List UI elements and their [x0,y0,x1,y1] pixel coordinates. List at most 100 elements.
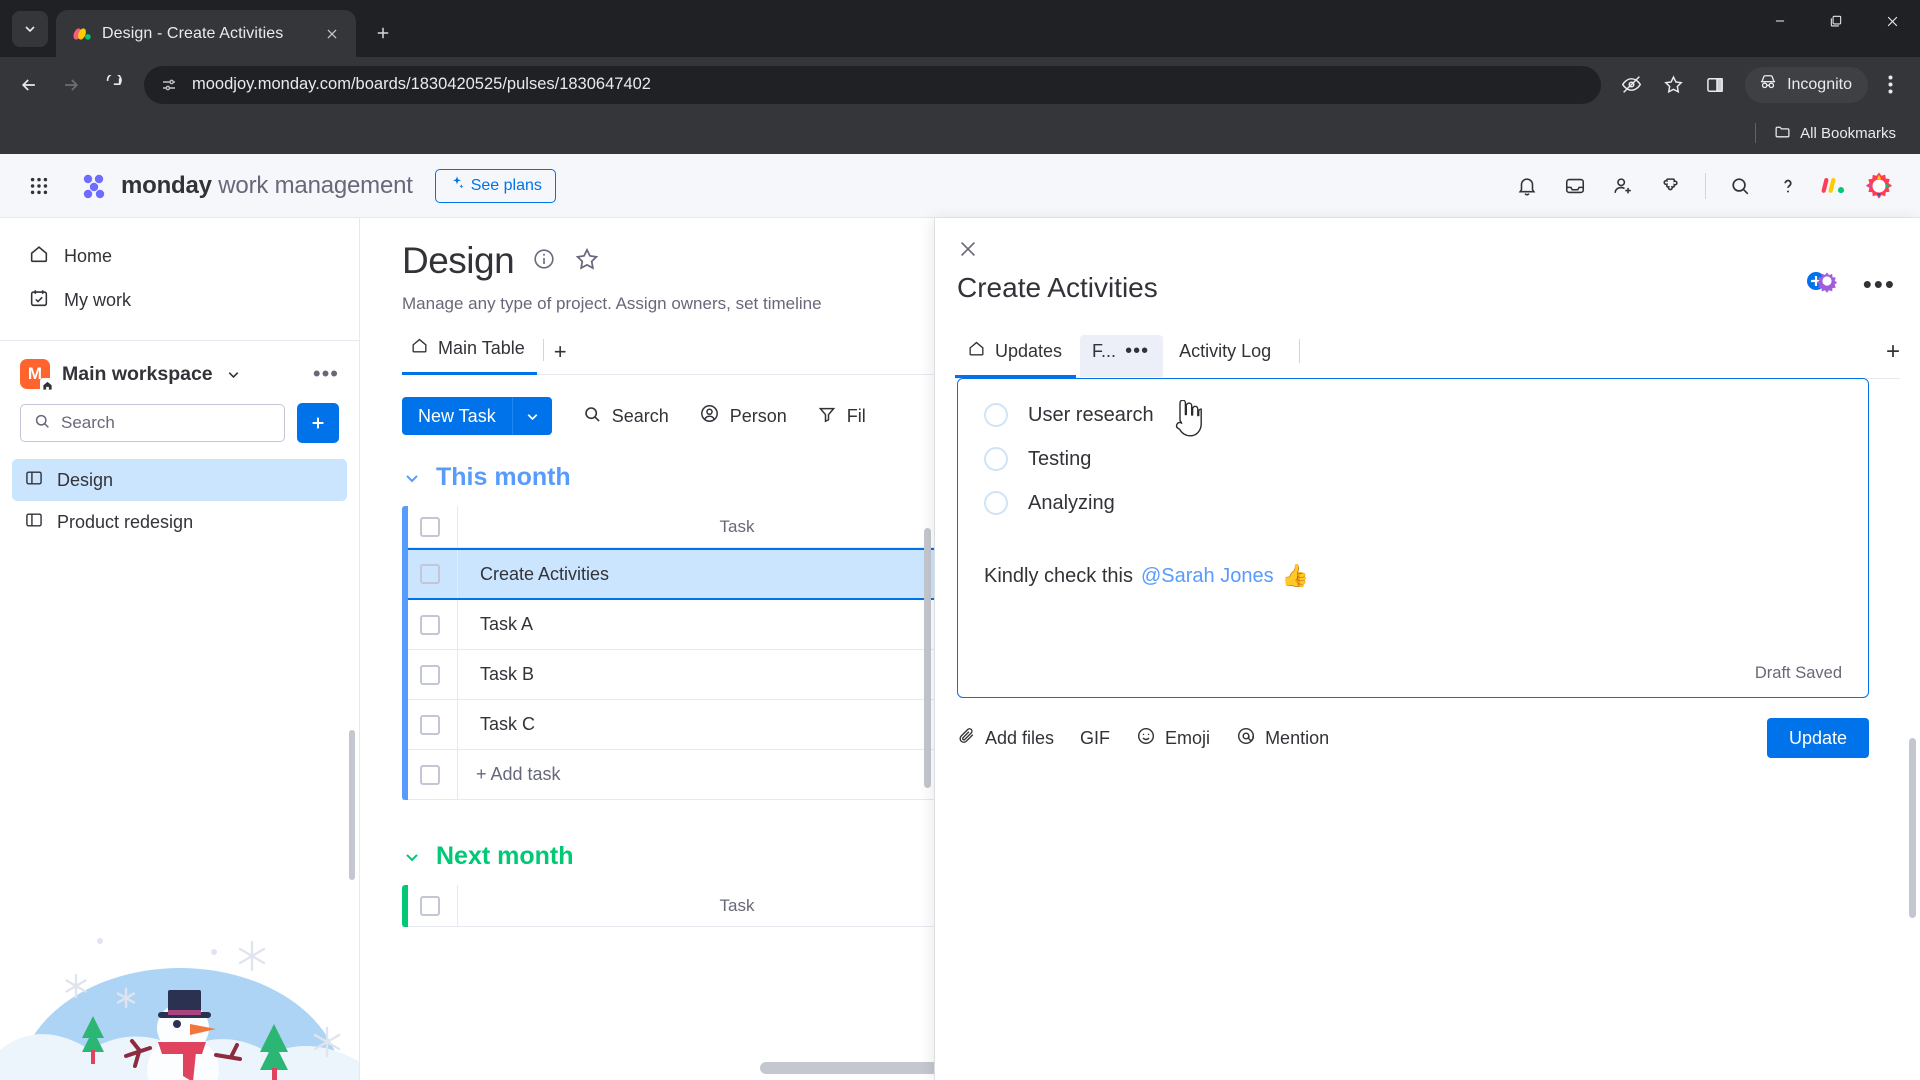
workspace-selector[interactable]: M Main workspace ••• [0,341,359,399]
table-row[interactable]: Task A [402,600,934,650]
browser-tab[interactable]: Design - Create Activities [56,10,356,57]
sidebar-item-home[interactable]: Home [14,234,345,278]
maximize-icon[interactable] [1808,0,1864,42]
add-files-button[interactable]: Add files [957,726,1054,750]
bookmark-star-icon[interactable] [1653,65,1693,105]
gif-button[interactable]: GIF [1080,728,1110,749]
panel-vertical-scrollbar[interactable] [1909,738,1916,918]
user-avatar[interactable] [1860,167,1898,205]
panel-kebab-menu-icon[interactable]: ••• [1863,271,1896,297]
add-panel-tab-button[interactable]: + [1886,338,1900,374]
new-tab-button[interactable] [366,16,400,50]
sidebar-item-design[interactable]: Design [12,459,347,501]
chevron-down-icon[interactable] [225,366,242,383]
tab-close-icon[interactable] [320,22,344,46]
row-checkbox[interactable] [402,750,458,799]
monday-product-icon[interactable] [1816,168,1852,204]
kebab-menu-icon[interactable] [1870,65,1910,105]
see-plans-button[interactable]: See plans [434,168,556,203]
new-task-button[interactable]: New Task [402,397,552,435]
add-task-label[interactable]: + Add task [458,750,934,799]
workspace-more-icon[interactable]: ••• [313,363,339,385]
chevron-down-icon[interactable] [402,468,422,488]
side-panel-icon[interactable] [1695,65,1735,105]
window-close-icon[interactable] [1864,0,1920,42]
add-board-button[interactable] [297,403,339,443]
info-icon[interactable] [532,247,556,276]
star-icon[interactable] [574,246,600,277]
row-name[interactable]: Task B [458,650,934,699]
tab-main-table[interactable]: Main Table [402,336,537,375]
checklist-item[interactable]: User research [984,403,1842,427]
update-message-line: Kindly check this @Sarah Jones 👍 [984,563,1842,589]
checklist-item[interactable]: Testing [984,447,1842,471]
row-checkbox[interactable] [402,650,458,699]
apps-marketplace-icon[interactable] [1651,166,1691,206]
row-name[interactable]: Task C [458,700,934,749]
filter-button[interactable]: Fil [817,404,866,429]
table-row[interactable]: Task B [402,650,934,700]
add-integration-icon[interactable] [1805,268,1839,299]
update-button[interactable]: Update [1766,718,1869,758]
table-row[interactable]: Create Activities [402,548,934,600]
sidebar-item-my-work[interactable]: My work [14,278,345,322]
add-task-row[interactable]: + Add task [402,750,934,800]
board-search-button[interactable]: Search [582,404,669,429]
reload-icon[interactable] [94,66,132,104]
mention-button[interactable]: Mention [1236,726,1329,751]
table-header-row: Task [402,506,934,548]
row-checkbox[interactable] [402,700,458,749]
board-horizontal-scrollbar[interactable] [760,1062,934,1074]
notifications-bell-icon[interactable] [1507,166,1547,206]
checklist-radio-icon[interactable] [984,403,1008,427]
tab-updates[interactable]: Updates [955,333,1077,378]
emoji-button[interactable]: Emoji [1136,726,1210,751]
address-bar[interactable]: moodjoy.monday.com/boards/1830420525/pul… [144,65,1602,104]
checklist-item[interactable]: Analyzing [984,491,1842,515]
incognito-indicator[interactable]: Incognito [1745,66,1868,103]
chevron-down-icon[interactable] [513,408,552,425]
select-all-checkbox[interactable] [402,506,458,547]
group-color-accent [402,506,408,800]
group-header[interactable]: This month [402,463,934,492]
all-bookmarks-button[interactable]: All Bookmarks [1766,119,1904,148]
apps-grid-icon[interactable] [22,169,56,203]
group-header[interactable]: Next month [402,842,934,871]
add-view-button[interactable]: + [554,339,567,375]
minimize-icon[interactable] [1752,0,1808,42]
board-icon [24,510,44,535]
column-header-task[interactable]: Task [458,885,934,926]
chevron-down-icon[interactable] [402,847,422,867]
tab-search-button[interactable] [12,11,48,47]
row-checkbox[interactable] [402,550,458,598]
select-all-checkbox[interactable] [402,885,458,926]
board-vertical-scrollbar[interactable] [924,528,931,788]
sidebar-scrollbar[interactable] [349,730,355,880]
no-tracking-icon[interactable] [1611,65,1651,105]
add-files-label: Add files [985,727,1055,748]
tab-main-table-label: Main Table [438,337,525,358]
back-arrow-icon[interactable] [10,66,48,104]
tab-activity-log[interactable]: Activity Log [1167,335,1285,377]
row-checkbox[interactable] [402,600,458,649]
row-name[interactable]: Task A [458,600,934,649]
table-row[interactable]: Task C [402,700,934,750]
person-filter-button[interactable]: Person [699,403,787,429]
checklist-radio-icon[interactable] [984,491,1008,515]
search-input[interactable]: Search [20,404,285,442]
forward-arrow-icon[interactable] [52,66,90,104]
invite-member-icon[interactable] [1603,166,1643,206]
column-header-task[interactable]: Task [458,506,934,547]
checklist-radio-icon[interactable] [984,447,1008,471]
sidebar-item-product-redesign[interactable]: Product redesign [12,501,347,543]
close-icon[interactable] [957,238,979,265]
mention-chip[interactable]: @Sarah Jones [1141,565,1274,588]
page-settings-icon[interactable] [158,74,180,96]
update-editor[interactable]: User research Testing Analyzing Kindly c… [957,378,1869,698]
inbox-icon[interactable] [1555,166,1595,206]
help-icon[interactable] [1768,166,1808,206]
tab-files-overflow[interactable]: F... ••• [1080,334,1164,377]
monday-brand[interactable]: monday work management [78,170,413,202]
row-name[interactable]: Create Activities [458,550,934,598]
search-icon[interactable] [1720,166,1760,206]
